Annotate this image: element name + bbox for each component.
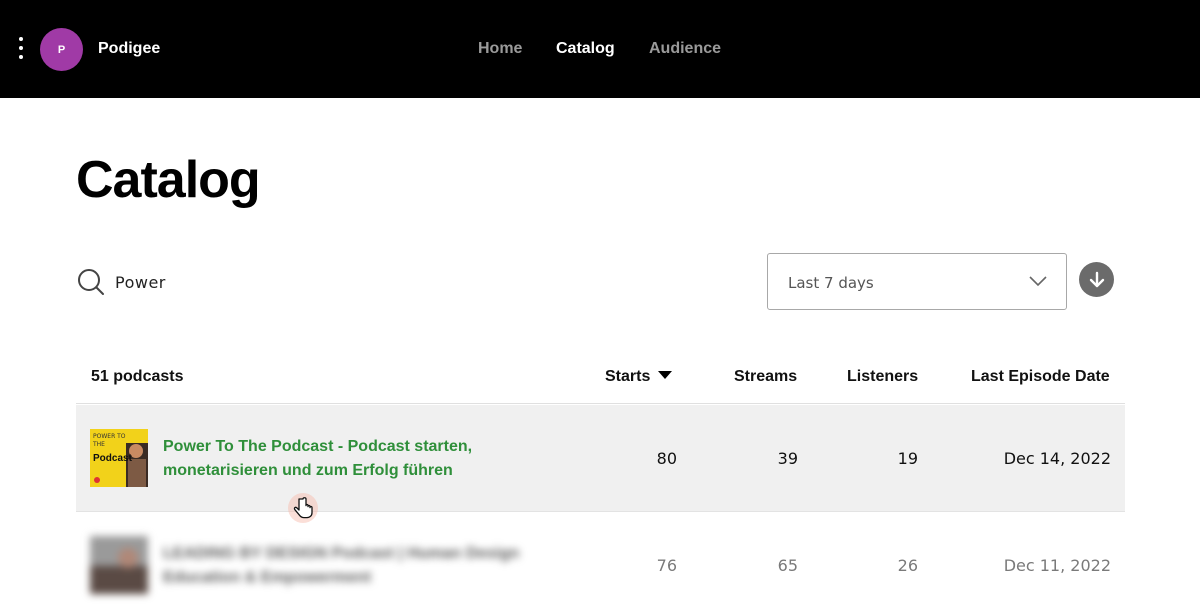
podcast-title-link[interactable]: Power To The Podcast - Podcast starten, … (163, 435, 563, 483)
sort-descending-icon (658, 371, 673, 379)
column-header-listeners[interactable]: Listeners (847, 368, 918, 386)
table-row[interactable]: POWER TO THE Podcast Power To The Podcas… (76, 405, 1125, 512)
svg-text:THE: THE (92, 441, 105, 448)
page-title: Catalog (76, 151, 261, 209)
column-header-starts[interactable]: Starts (605, 368, 673, 386)
nav-catalog[interactable]: Catalog (556, 40, 615, 58)
date-range-select[interactable]: Last 7 days (767, 253, 1067, 310)
more-menu-icon[interactable] (14, 37, 28, 63)
listeners-value: 19 (897, 449, 918, 468)
podcast-count: 51 podcasts (91, 368, 184, 385)
download-button[interactable] (1079, 262, 1114, 297)
streams-value: 65 (777, 556, 798, 575)
podcast-cover (90, 536, 148, 594)
svg-text:POWER TO: POWER TO (93, 433, 126, 440)
column-header-streams[interactable]: Streams (734, 368, 797, 386)
podcast-cover: POWER TO THE Podcast (90, 429, 148, 487)
podcast-title-link[interactable]: LEADING BY DESIGN Podcast | Human Design… (163, 542, 563, 590)
search-icon (78, 269, 104, 295)
starts-value: 76 (656, 556, 677, 575)
nav-audience[interactable]: Audience (649, 40, 721, 58)
brand-name: Podigee (98, 40, 161, 57)
download-arrow-icon (1089, 271, 1104, 287)
column-label-starts: Starts (605, 368, 651, 385)
table-header: 51 podcasts Starts Streams Listeners Las… (76, 352, 1125, 404)
chevron-down-icon (1029, 276, 1047, 287)
svg-text:Podcast: Podcast (93, 453, 133, 464)
hand-cursor-icon (288, 493, 318, 523)
listeners-value: 26 (897, 556, 918, 575)
avatar[interactable]: P (40, 28, 83, 71)
date-range-value: Last 7 days (788, 274, 874, 292)
search-input[interactable] (115, 268, 415, 296)
top-navigation-bar: P Podigee Home Catalog Audience (0, 0, 1200, 98)
last-episode-date: Dec 11, 2022 (1003, 556, 1111, 575)
last-episode-date: Dec 14, 2022 (1003, 449, 1111, 468)
table-row[interactable]: LEADING BY DESIGN Podcast | Human Design… (76, 512, 1125, 614)
nav-home[interactable]: Home (478, 40, 522, 58)
starts-value: 80 (656, 449, 677, 468)
column-header-last-episode-date[interactable]: Last Episode Date (971, 368, 1110, 386)
streams-value: 39 (777, 449, 798, 468)
